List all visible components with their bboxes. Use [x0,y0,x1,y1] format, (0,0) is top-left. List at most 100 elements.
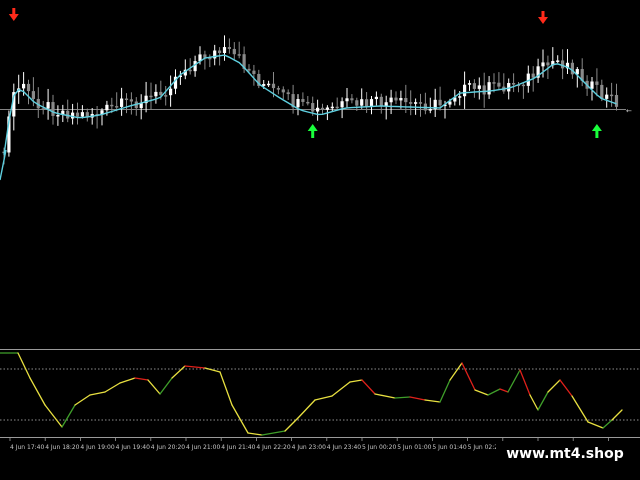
oscillator-segment [219,371,233,406]
candle [149,95,153,98]
candle [276,88,280,90]
candle [487,82,491,95]
candle [463,84,467,97]
candle [115,106,119,108]
oscillator-segment [519,369,531,396]
x-tick-label: 4 Jun 17:40 [10,444,44,451]
oscillator-segment [184,365,206,369]
candle [320,107,325,110]
candle [418,102,423,104]
candle [120,98,124,107]
candle [374,96,378,100]
arrow-shaft [12,8,16,14]
candle [399,98,403,101]
watermark: www.mt4.shop [506,446,624,462]
x-tick-label: 4 Jun 18:20 [45,444,79,451]
oscillator-segment [507,369,521,393]
x-tick-label: 4 Jun 21:00 [186,444,220,451]
candle [414,102,418,104]
candle [492,82,496,84]
candle [281,89,285,93]
candle [605,94,609,99]
oscillator-panel [0,352,640,436]
candle [600,84,604,99]
oscillator-segment [361,379,376,395]
oscillator-segment [474,389,489,396]
candle [546,62,550,66]
oscillator-segment [314,395,333,401]
price-marker: ← [626,107,632,115]
oscillator-segment [394,396,411,399]
candle [379,96,383,107]
candle [124,98,129,101]
candle [271,83,276,89]
candle [80,112,84,117]
candle [31,91,35,99]
candle [556,60,560,62]
oscillator-segment [529,394,539,411]
candle [340,101,344,108]
oscillator-segment [449,362,463,381]
buy-arrow-icon [307,124,318,138]
candle [267,83,271,86]
oscillator-segment [297,399,316,419]
x-tick-label: 4 Jun 23:00 [292,444,326,451]
arrow-head [307,124,318,131]
x-tick-label: 4 Jun 21:40 [221,444,255,451]
candle [169,88,173,96]
candle [188,69,192,72]
candle [105,104,109,111]
oscillator-segment [29,377,46,406]
oscillator-segment [247,432,263,436]
sell-arrow-icon [8,8,19,21]
candle [46,102,50,109]
arrow-head [591,124,602,131]
oscillator-segment [349,379,363,383]
candle [262,84,266,86]
oscillator-segment [231,404,249,434]
chart-canvas[interactable]: 4 Jun 17:40 4 Jun 18:20 4 Jun 19:00 4 Jun 1… [0,0,640,480]
candle [614,94,619,107]
candle [458,96,462,98]
candle [41,108,45,110]
candle [26,83,31,92]
candle [521,84,525,87]
candle [232,48,236,55]
oscillator-segment [44,404,63,428]
candle [570,62,574,75]
oscillator-segment [61,404,76,428]
candle [541,62,545,67]
arrow-shaft [595,131,599,138]
candle [595,81,599,85]
oscillator-segment [171,365,186,379]
oscillator-segment [204,367,221,373]
oscillator-segment [537,391,549,411]
candle [409,102,413,104]
candle [590,81,594,89]
oscillator-segment [547,379,561,393]
x-tick-label: 5 Jun 01:00 [397,444,431,451]
arrow-shaft [311,131,315,138]
price-panel [0,8,626,181]
oscillator-segment [587,421,604,429]
x-tick-label: 4 Jun 19:40 [116,444,150,451]
candle [154,91,158,97]
candle [316,107,320,112]
candle [428,109,432,111]
candle [330,106,334,109]
candle [218,50,222,54]
oscillator-segment [611,409,623,421]
candle [164,95,168,97]
candle [311,103,315,112]
candle [497,82,501,87]
x-tick-label: 4 Jun 22:20 [256,444,290,451]
arrow-head [538,17,548,24]
oscillator-segment [424,399,441,403]
oscillator-segment [571,395,589,423]
oscillator-segment [119,377,136,384]
candle [512,83,516,85]
candle [301,99,305,102]
oscillator-segment [89,391,106,396]
arrow-head [8,14,19,21]
x-tick-label: 4 Jun 20:20 [151,444,185,451]
